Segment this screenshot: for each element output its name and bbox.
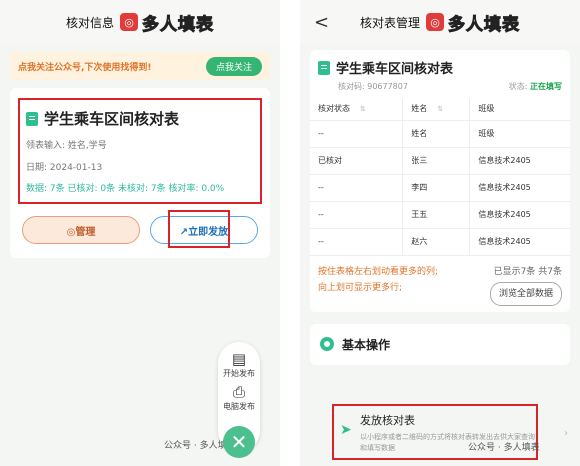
page-title: 核对信息	[65, 15, 114, 30]
pc-publish-label[interactable]: 电脑发布	[223, 401, 255, 412]
page-title: 核对表管理	[359, 15, 420, 30]
manage-button[interactable]: ◎管理	[22, 216, 140, 244]
basic-ops-title: 基本操作	[320, 336, 560, 353]
publish-highlight	[168, 210, 230, 248]
watermark: 公众号 · 多人填表	[468, 443, 540, 453]
right-phone-screen: < 核对表管理 ◎ 多人填表 学生乘车区间核对表 核对码: 90677807 状…	[300, 0, 580, 466]
table-header-row: 核对状态 ⇅ 姓名 ⇅ 班级	[310, 98, 570, 121]
logo-icon: ◎	[120, 13, 138, 31]
document-icon	[318, 60, 330, 75]
back-icon[interactable]: <	[314, 12, 329, 33]
status-badge: 正在填写	[530, 82, 562, 91]
table-hint-row: 按住表格左右划动看更多的列; 向上划可显示更多行; 已显示7条 共7条 浏览全部…	[310, 256, 570, 306]
table-row[interactable]: -- 姓名 班级	[310, 120, 570, 148]
close-fab-button[interactable]: ✕	[223, 426, 255, 458]
top-bar: < 核对表管理 ◎ 多人填表	[300, 0, 580, 44]
sheet-fields: 领表输入: 姓名,学号	[26, 141, 107, 151]
row-count: 已显示7条 共7条 浏览全部数据	[489, 264, 562, 306]
sheet-date: 日期: 2024-01-13	[26, 163, 103, 173]
table-row[interactable]: -- 赵六 信息技术2405	[310, 228, 570, 256]
sheet-meta: 核对码: 90677807 状态: 正在填写	[310, 81, 570, 92]
chevron-right-icon[interactable]: ›	[564, 428, 568, 439]
publish-sheet-title[interactable]: 发放核对表	[360, 412, 415, 428]
sheet-title: 学生乘车区间核对表	[310, 58, 570, 77]
logo-text: 多人填表	[142, 14, 214, 35]
status: 状态: 正在填写	[508, 82, 562, 91]
follow-notice: 点我关注公众号,下次使用找得到! 点我关注	[10, 52, 270, 80]
start-publish-icon[interactable]: ▤	[232, 350, 246, 368]
sheet-info-highlight: 学生乘车区间核对表 领表输入: 姓名,学号 日期: 2024-01-13 数据:…	[18, 98, 262, 204]
brand-logo: ◎ 多人填表	[426, 10, 520, 35]
table-row[interactable]: -- 李四 信息技术2405	[310, 174, 570, 202]
browse-all-button[interactable]: 浏览全部数据	[489, 281, 562, 306]
column-header[interactable]: 核对状态 ⇅	[310, 98, 403, 121]
data-table[interactable]: 核对状态 ⇅ 姓名 ⇅ 班级 -- 姓名 班级 已核对 张三 信息技术2405 -- 李四 信息…	[310, 98, 570, 256]
check-code: 核对码: 90677807	[338, 82, 408, 91]
top-bar: 核对信息 ◎ 多人填表	[0, 0, 280, 44]
sort-icon: ⇅	[437, 105, 444, 114]
table-row[interactable]: -- 王五 信息技术2405	[310, 201, 570, 229]
start-publish-label[interactable]: 开始发布	[223, 368, 255, 379]
document-icon	[26, 111, 38, 126]
column-header[interactable]: 班级	[469, 98, 570, 121]
scroll-hint: 按住表格左右划动看更多的列; 向上划可显示更多行;	[318, 266, 439, 293]
paper-plane-icon: ➤	[340, 422, 352, 438]
basic-ops-card: 基本操作	[310, 323, 570, 365]
sort-icon: ⇅	[360, 105, 366, 114]
gear-icon	[320, 337, 334, 351]
brand-logo: ◎ 多人填表	[120, 10, 214, 35]
follow-button[interactable]: 点我关注	[205, 56, 262, 76]
notice-text: 点我关注公众号,下次使用找得到!	[18, 62, 152, 73]
table-row[interactable]: 已核对 张三 信息技术2405	[310, 147, 570, 175]
column-header[interactable]: 姓名 ⇅	[402, 98, 470, 121]
sheet-title[interactable]: 学生乘车区间核对表	[26, 108, 254, 129]
sheet-table-card: 学生乘车区间核对表 核对码: 90677807 状态: 正在填写 核对状态 ⇅ 姓…	[310, 50, 570, 312]
sheet-card: 学生乘车区间核对表 领表输入: 姓名,学号 日期: 2024-01-13 数据:…	[10, 88, 270, 258]
pc-publish-icon[interactable]: ⎙	[233, 383, 245, 401]
sheet-stats: 数据: 7条 已核对: 0条 未核对: 7条 核对率: 0.0%	[26, 184, 225, 194]
left-phone-screen: 核对信息 ◎ 多人填表 点我关注公众号,下次使用找得到! 点我关注 学生乘车区间…	[0, 0, 280, 466]
logo-text: 多人填表	[448, 14, 520, 35]
close-icon: ✕	[230, 430, 248, 454]
logo-icon: ◎	[426, 13, 444, 31]
